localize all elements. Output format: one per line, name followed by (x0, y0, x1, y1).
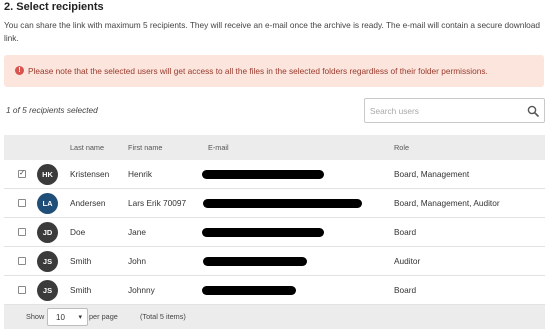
cell-role: Board (394, 227, 417, 237)
avatar: LA (37, 193, 58, 214)
search-box[interactable] (364, 98, 545, 123)
per-page-select[interactable]: 10 ▾ (47, 308, 88, 326)
cell-role: Auditor (394, 256, 421, 266)
cell-role: Board, Management (394, 169, 470, 179)
per-page-value: 10 (56, 313, 65, 322)
redacted-email (203, 199, 362, 208)
cell-last-name: Smith (70, 256, 92, 266)
total-items: (Total 5 items) (140, 312, 186, 321)
row-checkbox[interactable] (18, 199, 26, 207)
row-checkbox[interactable] (18, 257, 26, 265)
table-row[interactable]: JD Doe Jane Board (4, 218, 545, 247)
pagination-bar: Show 10 ▾ per page (Total 5 items) (4, 305, 545, 329)
cell-role: Board (394, 285, 417, 295)
cell-last-name: Doe (70, 227, 86, 237)
row-checkbox[interactable]: ✓ (18, 170, 26, 178)
avatar: HK (37, 164, 58, 185)
table-row[interactable]: JS Smith Johnny Board (4, 276, 545, 305)
table-row[interactable]: LA Andersen Lars Erik 70097 Board, Manageme… (4, 189, 545, 218)
redacted-email (202, 286, 296, 295)
row-checkbox[interactable] (18, 286, 26, 294)
row-checkbox[interactable] (18, 228, 26, 236)
header-email[interactable]: E-mail (208, 143, 229, 152)
section-title: 2. Select recipients (4, 1, 104, 13)
cell-first-name: Henrik (128, 169, 152, 179)
exclamation-circle-icon: ! (15, 66, 24, 75)
permission-notice: ! Please note that the selected users wi… (4, 55, 544, 87)
cell-first-name: Lars Erik 70097 (128, 198, 187, 208)
cell-last-name: Smith (70, 285, 92, 295)
header-first-name[interactable]: First name (128, 143, 162, 152)
cell-last-name: Andersen (70, 198, 106, 208)
show-label: Show (26, 312, 45, 321)
header-role[interactable]: Role (394, 143, 409, 152)
recipients-table: Last name First name E-mail Role ✓ HK Kris… (4, 135, 545, 305)
avatar: JS (37, 280, 58, 301)
cell-role: Board, Management, Auditor (394, 198, 500, 208)
avatar: JD (37, 222, 58, 243)
cell-first-name: Jane (128, 227, 146, 237)
search-input[interactable] (370, 103, 520, 118)
avatar: JS (37, 251, 58, 272)
search-icon[interactable] (527, 105, 539, 117)
selected-count: 1 of 5 recipients selected (6, 105, 98, 115)
table-header: Last name First name E-mail Role (4, 135, 545, 160)
redacted-email (203, 257, 307, 266)
notice-text: Please note that the selected users will… (28, 66, 488, 76)
redacted-email (202, 228, 324, 237)
header-last-name[interactable]: Last name (70, 143, 104, 152)
cell-last-name: Kristensen (70, 169, 110, 179)
cell-first-name: John (128, 256, 146, 266)
section-description: You can share the link with maximum 5 re… (4, 20, 541, 43)
table-body: ✓ HK Kristensen Henrik Board, Management LA An… (4, 160, 545, 305)
chevron-down-icon: ▾ (78, 314, 82, 321)
redacted-email (202, 170, 324, 179)
table-row[interactable]: ✓ HK Kristensen Henrik Board, Management (4, 160, 545, 189)
table-row[interactable]: JS Smith John Auditor (4, 247, 545, 276)
cell-first-name: Johnny (128, 285, 155, 295)
per-page-label: per page (89, 312, 118, 321)
